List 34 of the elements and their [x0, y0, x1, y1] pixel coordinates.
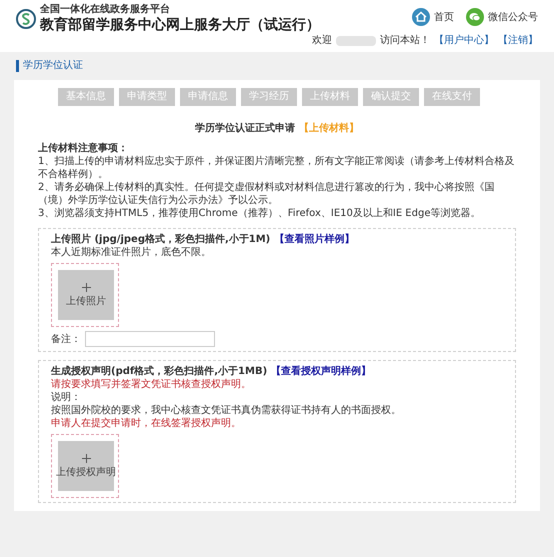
user-link[interactable]: 【注销】 [498, 34, 538, 48]
plus-icon [82, 282, 90, 292]
user-link[interactable]: 【用户中心】 [434, 34, 494, 48]
logo-icon [16, 9, 36, 29]
description-text: 按照国外院校的要求，我中心核查文凭证书真伪需获得证书持有人的书面授权。 [51, 404, 402, 417]
form-stage: 【上传材料】 [299, 123, 359, 134]
section-title: 学历学位认证 [16, 60, 83, 72]
note-text: 3、浏览器须支持HTML5，推荐使用Chrome（推荐）、Firefox、IE10及以上和IE Edge等浏览器。 [38, 207, 482, 220]
note-text: 1、扫描上传的申请材料应忠实于原件，并保证图片清晰完整，所有文字能正常阅读（请参考上传材料合格及不合格样例）。 [38, 155, 516, 181]
welcome-text: 访问本站！ [380, 34, 430, 48]
remark-field[interactable] [85, 331, 215, 347]
warning-text: 申请人在提交申请时，在线签署授权声明。 [51, 417, 242, 430]
sample-link[interactable]: 【查看授权声明样例】 [271, 365, 372, 378]
upload-button[interactable]: 上传照片 [58, 270, 114, 320]
home-icon [412, 8, 430, 26]
description-text: 说明： [51, 391, 82, 404]
site-title: 教育部留学服务中心网上服务大厅（试运行） [40, 16, 320, 34]
upload-title: 上传照片 (jpg/jpeg格式，彩色扫描件,小于1M) [51, 233, 270, 246]
welcome-text: 欢迎 [312, 34, 332, 48]
chat-icon [466, 8, 484, 26]
warning-text: 请按要求填写并签署文凭证书核查授权声明。 [51, 378, 252, 391]
nav-link[interactable]: 微信公众号 [466, 8, 538, 26]
note-text: 2、请务必确保上传材料的真实性。任何提交虚假材料或对材料信息进行篡改的行为，我中心将按照《国（境）外学历学位认证失信行为公示办法》予以公示。 [38, 181, 496, 207]
upload-title: 生成授权声明(pdf格式，彩色扫描件,小于1MB) [51, 365, 268, 378]
plus-icon [82, 454, 90, 462]
platform-name: 全国一体化在线政务服务平台 [40, 4, 171, 16]
notes-title: 上传材料注意事项： [38, 142, 129, 155]
form-title: 学历学位认证正式申请 [195, 123, 295, 134]
remark-label: 备注： [51, 332, 81, 346]
upload-button[interactable]: 上传授权声明 [58, 441, 114, 491]
sample-link[interactable]: 【查看照片样例】 [274, 233, 354, 246]
nav-link[interactable]: 首页 [412, 8, 454, 26]
description-text: 本人近期标准证件照片，底色不限。 [51, 246, 212, 259]
redacted-name [336, 36, 376, 46]
